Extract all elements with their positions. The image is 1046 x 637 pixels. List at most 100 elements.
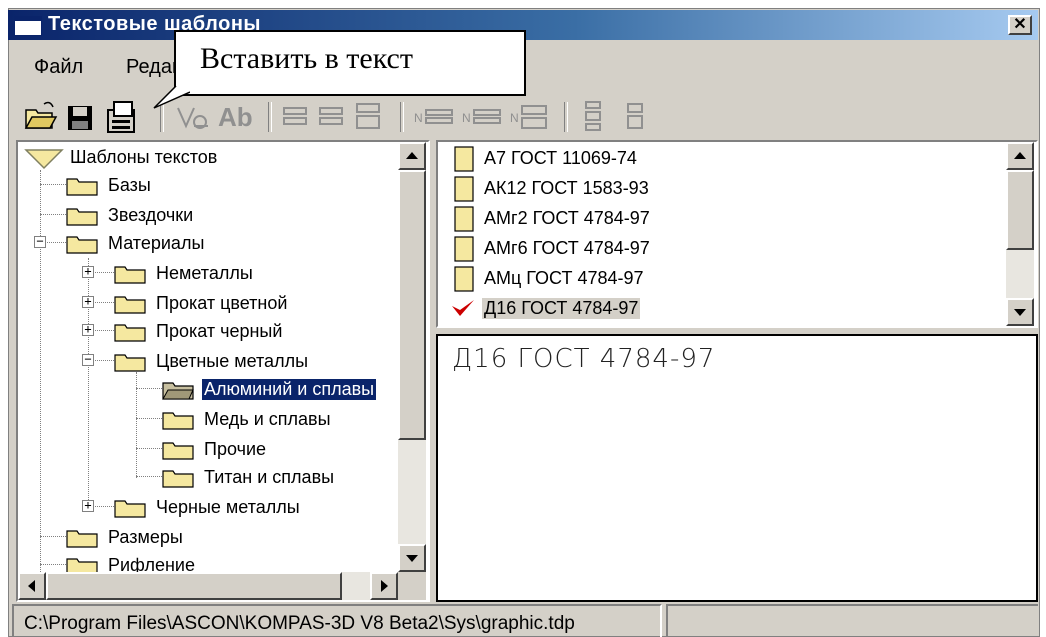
open-folder-icon [24,149,64,170]
tree-item-label: Прочие [204,439,267,459]
arrow-left-icon [28,580,35,592]
numbering-1-icon[interactable]: N [412,96,458,136]
folder-icon [66,178,98,196]
align-center-icon[interactable] [316,96,346,136]
file-item[interactable]: А7 ГОСТ 11069-74 [442,144,1002,174]
arrow-down-icon [1014,309,1026,316]
tree-item-label: Прокат черный [156,321,283,341]
file-item-selected[interactable]: Д16 ГОСТ 4784-97 [442,294,1002,324]
open-folder-icon[interactable] [22,96,58,136]
numbering-2-icon[interactable]: N [460,96,506,136]
file-list-scrollbar[interactable] [1006,142,1034,326]
document-icon [454,206,474,232]
svg-text:N: N [510,111,519,125]
scroll-thumb[interactable] [46,572,342,600]
scroll-thumb[interactable] [398,170,426,440]
folder-icon [162,442,194,460]
align-right-icon[interactable] [352,96,384,136]
file-item[interactable]: АМг2 ГОСТ 4784-97 [442,204,1002,234]
svg-text:N: N [462,111,471,125]
folder-icon [162,412,194,430]
scroll-thumb[interactable] [1006,170,1034,250]
document-icon [454,266,474,292]
toolbar-separator [564,102,568,132]
tree-item-label: Титан и сплавы [204,467,335,487]
scroll-corner [398,572,426,600]
expand-toggle[interactable]: + [82,323,94,336]
folder-icon [114,266,146,284]
tree-item-label: Неметаллы [156,263,253,283]
tree-item-label: Медь и сплавы [204,409,331,429]
status-bar-panel [666,604,1038,637]
file-item[interactable]: АМц ГОСТ 4784-97 [442,264,1002,294]
scroll-down-button[interactable] [1006,298,1034,326]
tree-item-label: Звездочки [108,205,194,225]
tree-horizontal-scrollbar[interactable] [18,572,398,600]
preview-text: Д16 ГОСТ 4784-97 [452,344,716,374]
document-icon [454,236,474,262]
font-icon[interactable]: Ab [218,102,258,142]
toolbar-separator [400,102,404,132]
file-item-label: АМг6 ГОСТ 4784-97 [484,238,650,258]
document-icon [454,176,474,202]
move-down-icon[interactable] [620,96,650,136]
file-item[interactable]: АМг6 ГОСТ 4784-97 [442,234,1002,264]
folder-icon [66,208,98,226]
insert-into-text-icon[interactable] [104,96,144,136]
close-button[interactable]: ✕ [1008,15,1032,35]
folder-icon [114,500,146,518]
expand-toggle[interactable]: + [82,295,94,308]
folder-icon [162,470,194,488]
tree-item-label: Цветные металлы [156,351,309,371]
arrow-up-icon [1014,152,1026,159]
scroll-up-button[interactable] [398,142,426,170]
tooltip: Вставить в текст [174,30,526,96]
expand-toggle[interactable]: + [82,265,94,278]
tree-root-label: Шаблоны текстов [70,147,218,167]
expand-toggle[interactable]: + [82,499,94,512]
folder-icon [66,530,98,548]
move-up-icon[interactable] [578,96,608,136]
scroll-down-button[interactable] [398,544,426,572]
folder-icon [114,296,146,314]
collapse-toggle[interactable]: − [34,235,46,248]
collapse-toggle[interactable]: − [82,353,94,366]
open-folder-icon [162,382,194,400]
file-item-label: Д16 ГОСТ 4784-97 [482,298,641,319]
file-item[interactable]: АК12 ГОСТ 1583-93 [442,174,1002,204]
template-file-list[interactable]: А7 ГОСТ 11069-74 АК12 ГОСТ 1583-93 АМг2 … [436,140,1038,328]
file-item-label: АК12 ГОСТ 1583-93 [484,178,649,198]
tree-item-label: Размеры [108,527,183,547]
align-left-icon[interactable] [280,96,310,136]
arrow-down-icon [406,555,418,562]
tooltip-pointer [153,86,190,109]
tree-item-label: Материалы [108,233,205,253]
tree-item-label: Прокат цветной [156,293,288,313]
text-preview[interactable]: Д16 ГОСТ 4784-97 [436,334,1038,602]
folder-icon [114,354,146,372]
arrow-up-icon [406,152,418,159]
save-icon[interactable] [64,96,96,136]
arrow-right-icon [381,580,388,592]
scroll-right-button[interactable] [370,572,398,600]
tree-item-label: Базы [108,175,151,195]
document-icon [454,146,474,172]
tree-item-label: Алюминий и сплавы [202,379,377,400]
checkmark-icon [452,300,474,316]
folder-icon [114,324,146,342]
template-tree[interactable]: Шаблоны текстов Базы Звездочки − Материа… [16,140,430,602]
scroll-left-button[interactable] [18,572,46,600]
window-icon [14,16,42,36]
file-item-label: АМц ГОСТ 4784-97 [484,268,644,288]
numbering-3-icon[interactable]: N [508,96,554,136]
status-bar-path: C:\Program Files\ASCON\KOMPAS-3D V8 Beta… [12,604,662,637]
tree-connector [40,170,41,582]
scroll-up-button[interactable] [1006,142,1034,170]
file-item-label: АМг2 ГОСТ 4784-97 [484,208,650,228]
tree-item-label: Черные металлы [156,497,300,517]
tree-vertical-scrollbar[interactable] [398,142,426,572]
file-item-label: А7 ГОСТ 11069-74 [484,148,637,168]
folder-icon [66,236,98,254]
menu-file[interactable]: Файл [34,56,83,79]
svg-text:N: N [414,111,423,125]
